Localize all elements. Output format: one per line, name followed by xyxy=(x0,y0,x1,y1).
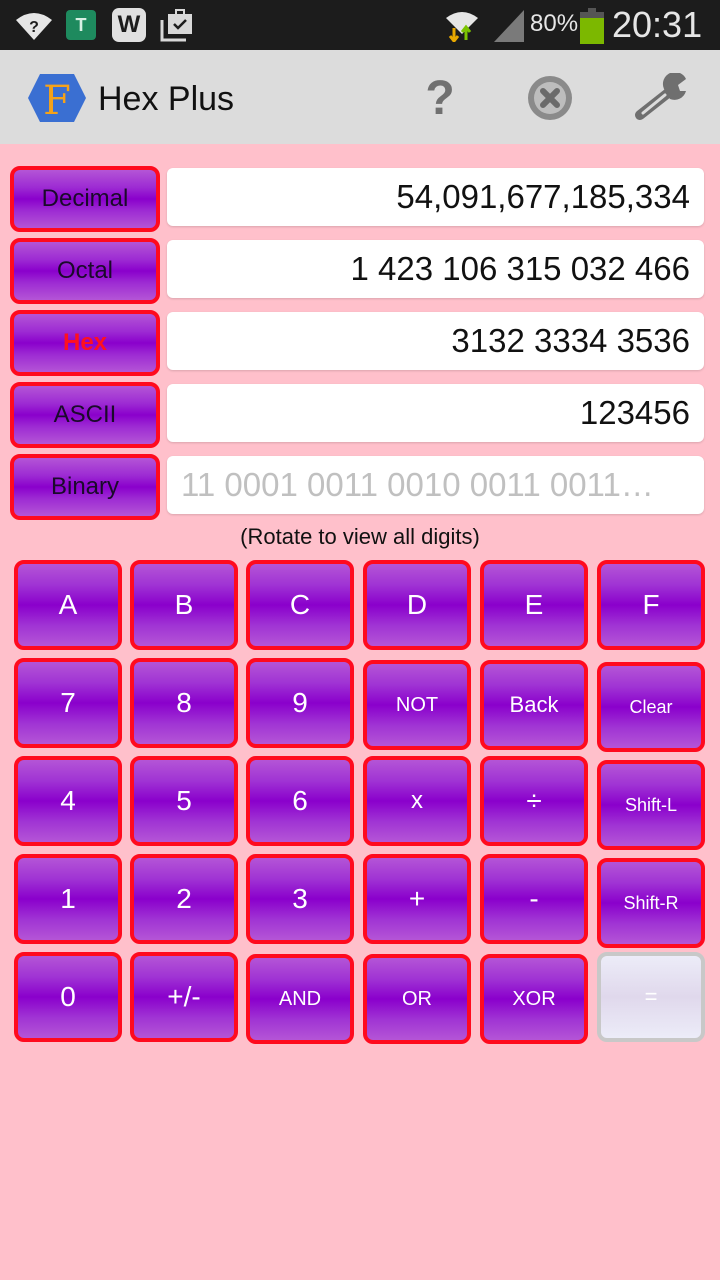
wifi-data-icon xyxy=(446,12,478,42)
key-2[interactable]: 2 xyxy=(130,854,238,944)
octal-button[interactable]: Octal xyxy=(10,238,160,304)
rotate-hint: (Rotate to view all digits) xyxy=(240,524,480,549)
decimal-field[interactable]: 54,091,677,185,334 xyxy=(167,168,704,226)
binary-field[interactable]: 11 0001 0011 0010 0011 0011… xyxy=(167,456,704,514)
wifi-unknown-icon: ? xyxy=(16,13,52,40)
key-not[interactable]: NOT xyxy=(363,660,471,750)
ascii-button[interactable]: ASCII xyxy=(10,382,160,448)
key-c[interactable]: C xyxy=(246,560,354,650)
key-6[interactable]: 6 xyxy=(246,756,354,846)
octal-field[interactable]: 1 423 106 315 032 466 xyxy=(167,240,704,298)
key-8[interactable]: 8 xyxy=(130,658,238,748)
key-or[interactable]: OR xyxy=(363,954,471,1044)
binary-button[interactable]: Binary xyxy=(10,454,160,520)
converter-row-octal: Octal 1 423 106 315 032 466 xyxy=(10,238,705,304)
ascii-field[interactable]: 123456 xyxy=(167,384,704,442)
key-d[interactable]: D xyxy=(363,560,471,650)
svg-text:?: ? xyxy=(29,19,39,36)
key-4[interactable]: 4 xyxy=(14,756,122,846)
close-button[interactable] xyxy=(520,70,580,126)
hex-field[interactable]: 3132 3334 3536 xyxy=(167,312,704,370)
key-5[interactable]: 5 xyxy=(130,756,238,846)
converter-row-binary: Binary 11 0001 0011 0010 0011 0011… xyxy=(10,454,705,520)
converter-row-decimal: Decimal 54,091,677,185,334 xyxy=(10,166,705,232)
key-equals[interactable]: = xyxy=(597,952,705,1042)
key-7[interactable]: 7 xyxy=(14,658,122,748)
key-xor[interactable]: XOR xyxy=(480,954,588,1044)
clock: 20:31 xyxy=(612,4,703,45)
key-0[interactable]: 0 xyxy=(14,952,122,1042)
key-multiply[interactable]: x xyxy=(363,756,471,846)
converter-row-hex: Hex 3132 3334 3536 xyxy=(10,310,705,376)
key-3[interactable]: 3 xyxy=(246,854,354,944)
battery-percent: 80% xyxy=(530,10,579,37)
key-plus[interactable]: + xyxy=(363,854,471,944)
settings-button[interactable] xyxy=(632,70,692,126)
key-f[interactable]: F xyxy=(597,560,705,650)
key-9[interactable]: 9 xyxy=(246,658,354,748)
battery-icon xyxy=(580,8,604,44)
key-divide[interactable]: ÷ xyxy=(480,756,588,846)
key-clear[interactable]: Clear xyxy=(597,662,705,752)
action-bar: F Hex Plus ? xyxy=(0,50,720,144)
svg-text:F: F xyxy=(43,78,71,124)
key-a[interactable]: A xyxy=(14,560,122,650)
app-title: Hex Plus xyxy=(98,80,235,118)
converter-row-ascii: ASCII 123456 xyxy=(10,382,705,448)
key-and[interactable]: AND xyxy=(246,954,354,1044)
key-1[interactable]: 1 xyxy=(14,854,122,944)
wrench-icon xyxy=(635,73,686,120)
key-plus-minus[interactable]: +/- xyxy=(130,952,238,1042)
key-back[interactable]: Back xyxy=(480,660,588,750)
shield-t-icon: T xyxy=(66,10,96,40)
signal-icon xyxy=(494,10,524,42)
decimal-button[interactable]: Decimal xyxy=(10,166,160,232)
key-e[interactable]: E xyxy=(480,560,588,650)
help-button[interactable]: ? xyxy=(410,70,470,126)
key-minus[interactable]: - xyxy=(480,854,588,944)
help-icon: ? xyxy=(425,71,455,125)
app-logo-icon: F xyxy=(28,74,86,124)
close-icon xyxy=(528,76,572,120)
key-shift-right[interactable]: Shift-R xyxy=(597,858,705,948)
hex-button[interactable]: Hex xyxy=(10,310,160,376)
status-bar: ? T W 80% 20:31 xyxy=(0,0,720,50)
w-app-icon: W xyxy=(112,8,146,42)
briefcase-check-icon xyxy=(160,9,192,42)
key-shift-left[interactable]: Shift-L xyxy=(597,760,705,850)
key-b[interactable]: B xyxy=(130,560,238,650)
